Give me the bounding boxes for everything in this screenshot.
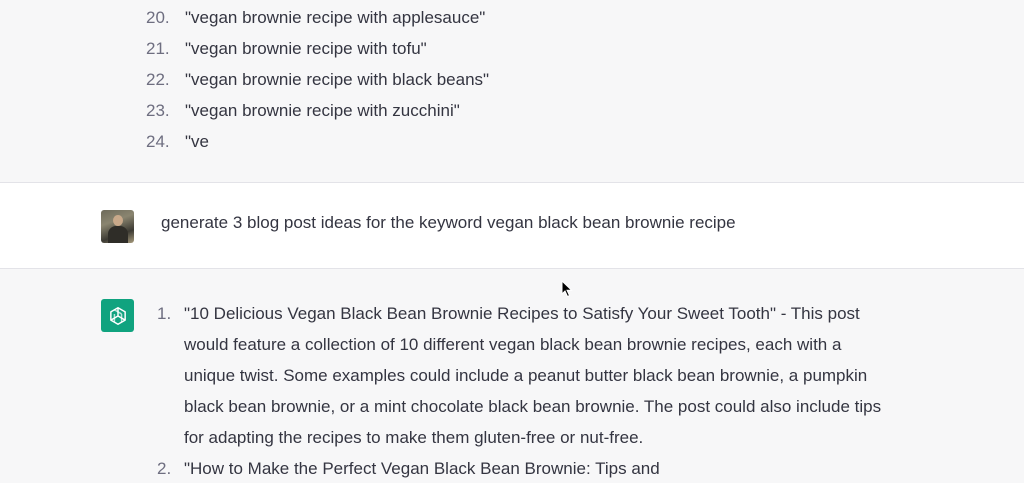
chat-page: 20. "vegan brownie recipe with applesauce…	[0, 0, 1024, 483]
list-text: "vegan brownie recipe with applesauce"	[185, 8, 486, 27]
list-number: 22.	[146, 70, 170, 89]
keyword-list: 20. "vegan brownie recipe with applesauce…	[146, 2, 489, 157]
list-number: 20.	[146, 8, 170, 27]
list-number: 24.	[146, 132, 170, 151]
list-text: "How to Make the Perfect Vegan Black Bea…	[184, 459, 660, 478]
list-item: 22. "vegan brownie recipe with black bean…	[146, 64, 489, 95]
user-avatar	[101, 210, 134, 243]
list-number: 1.	[157, 304, 172, 323]
list-item: 1. "10 Delicious Vegan Black Bean Brownie…	[157, 298, 897, 453]
blog-ideas-list: 1. "10 Delicious Vegan Black Bean Brownie…	[157, 298, 897, 483]
list-item: 2. "How to Make the Perfect Vegan Black B…	[157, 453, 897, 483]
list-number: 23.	[146, 101, 170, 120]
mouse-cursor-icon	[561, 280, 573, 298]
assistant-message-top: 20. "vegan brownie recipe with applesauce…	[0, 0, 1024, 182]
list-item: 20. "vegan brownie recipe with applesauce…	[146, 2, 489, 33]
user-message-text: generate 3 blog post ideas for the keywo…	[161, 213, 736, 232]
list-item: 23. "vegan brownie recipe with zucchini"	[146, 95, 489, 126]
list-number: 2.	[157, 459, 172, 478]
user-message: generate 3 blog post ideas for the keywo…	[0, 182, 1024, 269]
list-text: "vegan brownie recipe with tofu"	[185, 39, 427, 58]
assistant-message-bottom: 1. "10 Delicious Vegan Black Bean Brownie…	[0, 269, 1024, 483]
list-text: "vegan brownie recipe with black beans"	[185, 70, 490, 89]
list-text: "10 Delicious Vegan Black Bean Brownie R…	[184, 304, 882, 447]
list-number: 21.	[146, 39, 170, 58]
list-text: "vegan brownie recipe with zucchini"	[185, 101, 460, 120]
list-item: 24. "ve	[146, 126, 489, 157]
list-text: "ve	[185, 132, 209, 151]
openai-logo-icon	[101, 299, 134, 332]
avatar-head	[113, 215, 123, 226]
avatar-body	[108, 226, 128, 243]
list-item: 21. "vegan brownie recipe with tofu"	[146, 33, 489, 64]
